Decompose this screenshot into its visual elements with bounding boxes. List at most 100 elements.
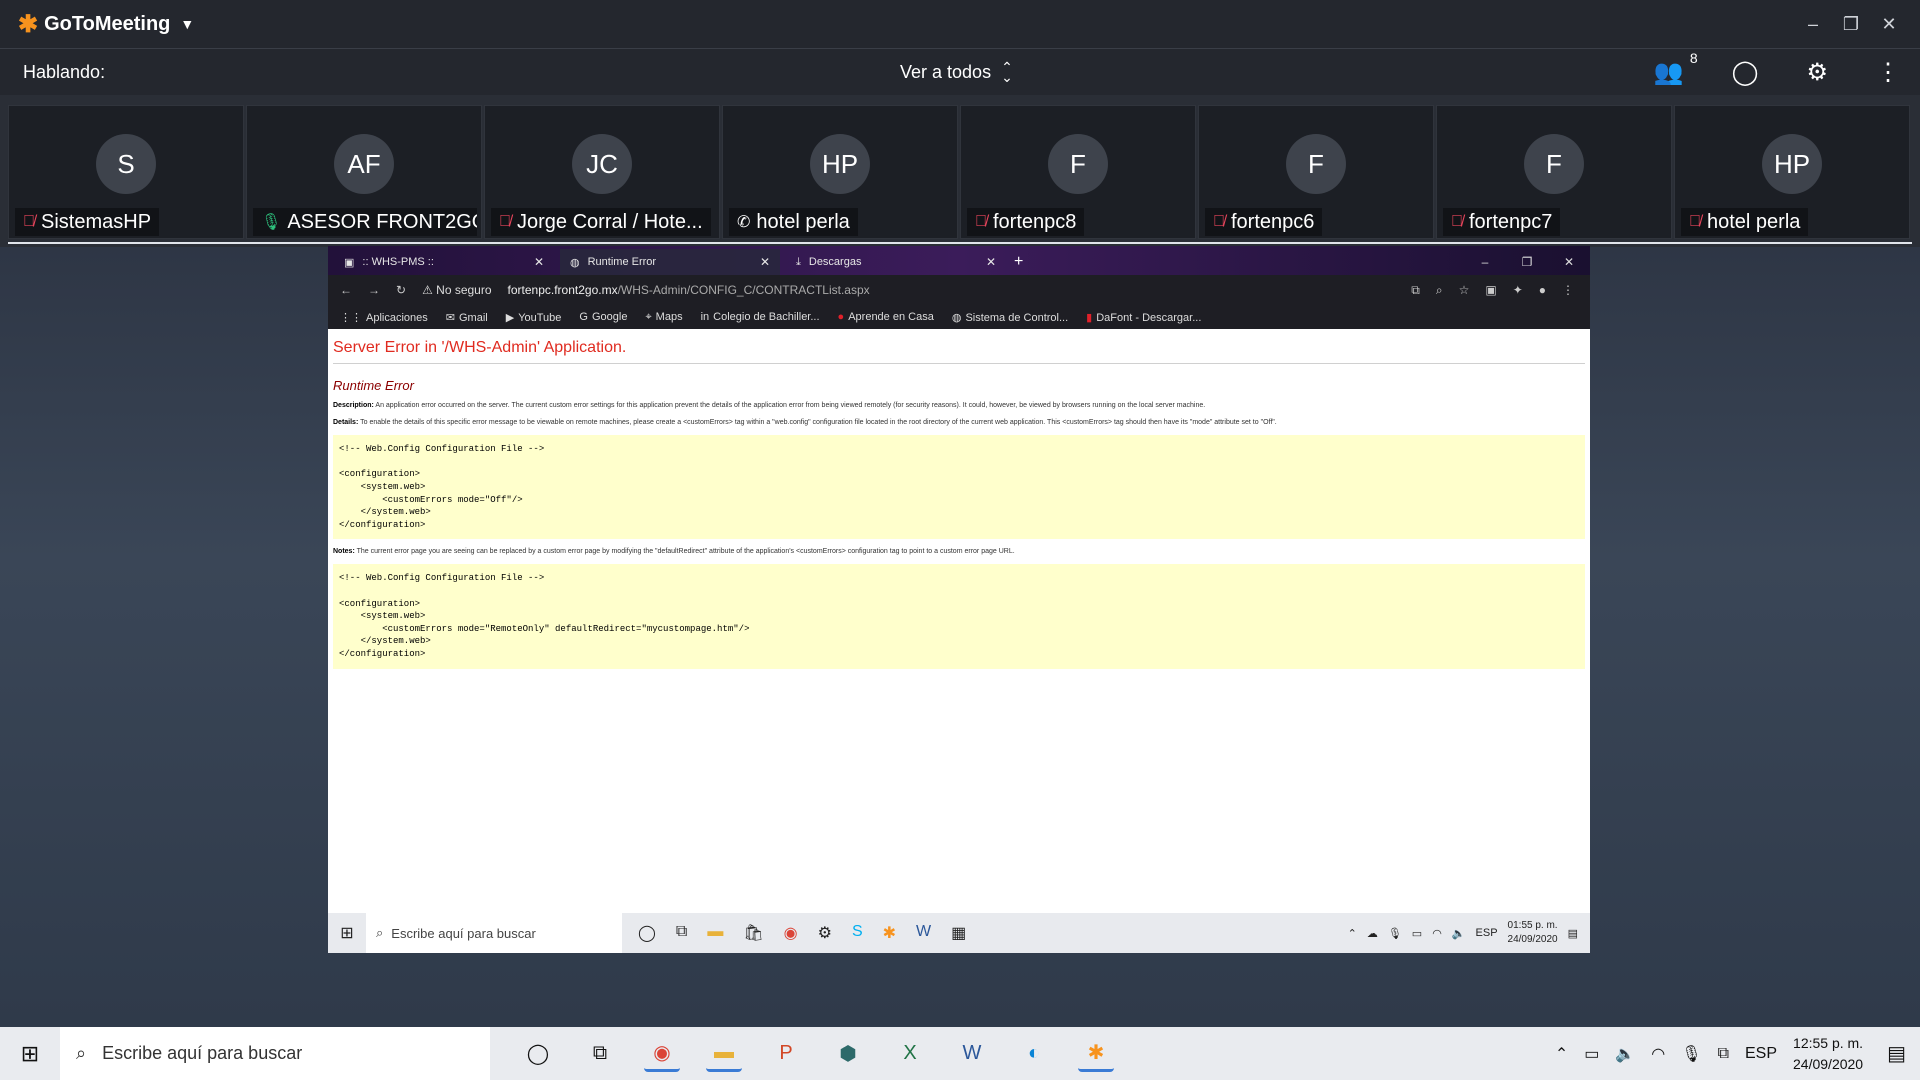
bookmark-label: Sistema de Control... (965, 311, 1069, 324)
volume-icon[interactable]: 🔈 (1452, 927, 1466, 940)
browser-tab-active[interactable]: ◍ Runtime Error ✕ (560, 249, 780, 275)
nox-button[interactable]: ⬢ (830, 1036, 866, 1072)
file-explorer-icon[interactable]: ▬ (707, 923, 723, 943)
windows-start-button[interactable]: ⊞ (0, 1041, 60, 1067)
store-icon[interactable]: 🛍 (743, 923, 763, 943)
skype-icon[interactable]: S (852, 923, 863, 943)
calculator-icon[interactable]: ▦ (951, 923, 966, 943)
mic-icon[interactable]: 🎙 (1681, 1044, 1701, 1064)
avatar: HP (1762, 134, 1822, 194)
view-mode-selector[interactable]: Ver a todos ⌃ ⌄ (900, 60, 1013, 84)
participant-nametag: ✆ hotel perla (729, 208, 858, 236)
taskbar-clock[interactable]: 12:55 p. m. 24/09/2020 (1793, 1033, 1863, 1075)
taskbar-search-box[interactable]: ⌕ Escribe aquí para buscar (60, 1027, 490, 1080)
windows-start-icon[interactable]: ⊞ (328, 923, 366, 943)
participant-tile[interactable]: F 🎙̸ fortenpc7 (1436, 105, 1672, 239)
browser-minimize-button[interactable]: – (1464, 255, 1506, 275)
battery-icon[interactable]: ▭ (1584, 1044, 1599, 1064)
word-icon[interactable]: W (916, 923, 931, 943)
mic-muted-icon: 🎙̸ (975, 213, 987, 230)
word-button[interactable]: W (954, 1036, 990, 1072)
reload-icon[interactable]: ↻ (396, 283, 406, 297)
powerpoint-button[interactable]: P (768, 1036, 804, 1072)
restore-button[interactable]: ❐ (1832, 14, 1870, 35)
edge-icon: ◐ (1027, 1042, 1041, 1064)
language-indicator[interactable]: ESP (1745, 1045, 1777, 1063)
notification-center-icon[interactable]: ▤ (1887, 1041, 1906, 1066)
participant-tile[interactable]: HP ✆ hotel perla (722, 105, 958, 239)
onedrive-icon[interactable]: ☁ (1367, 927, 1378, 940)
participant-tile[interactable]: F 🎙̸ fortenpc6 (1198, 105, 1434, 239)
bookmark-aprende[interactable]: ● Aprende en Casa (838, 311, 934, 323)
participant-tile[interactable]: AF 🎙 ASESOR FRONT2GO (246, 105, 482, 239)
puzzle-icon[interactable]: ✦ (1513, 283, 1523, 298)
task-view-button[interactable]: ⧉ (582, 1036, 618, 1072)
bookmark-label: Gmail (458, 311, 488, 324)
more-options-button[interactable]: ⋮ (1876, 58, 1900, 87)
language-indicator[interactable]: ESP (1476, 927, 1498, 939)
wifi-icon[interactable]: ◠ (1651, 1044, 1665, 1064)
browser-toolbar: ← → ↻ ⚠ No seguro fortenpc.front2go.mx/W… (328, 275, 1590, 305)
bookmark-maps[interactable]: ⌖ Maps (645, 311, 682, 324)
browser-menu-icon[interactable]: ⋮ (1562, 283, 1574, 298)
new-tab-button[interactable]: + (1014, 253, 1023, 271)
close-button[interactable]: ✕ (1870, 14, 1908, 35)
wifi-icon[interactable]: ◠ (1432, 927, 1442, 940)
address-bar[interactable]: fortenpc.front2go.mx/WHS-Admin/CONFIG_C/… (508, 283, 870, 297)
chrome-icon[interactable]: ◉ (784, 923, 798, 943)
bookmark-gmail[interactable]: ✉ Gmail (446, 311, 488, 324)
participant-tile[interactable]: JC 🎙̸ Jorge Corral / Hote... (484, 105, 720, 239)
battery-icon[interactable]: ▭ (1412, 927, 1422, 940)
bookmark-colegio[interactable]: in Colegio de Bachiller... (701, 311, 820, 323)
remote-search-box[interactable]: ⌕ Escribe aquí para buscar (366, 913, 622, 953)
extension-icon[interactable]: ▣ (1485, 283, 1496, 298)
close-tab-icon[interactable]: ✕ (760, 255, 770, 269)
chat-button[interactable]: ◯ (1732, 58, 1759, 87)
browser-restore-button[interactable]: ❐ (1506, 255, 1548, 275)
participant-tile[interactable]: S 🎙̸ SistemasHP (8, 105, 244, 239)
browser-tab[interactable]: ⤓ Descargas ✕ (786, 249, 1006, 275)
bookmark-google[interactable]: G Google (579, 311, 627, 323)
bookmark-sistema[interactable]: ◍ Sistema de Control... (952, 311, 1068, 324)
notification-icon[interactable]: ▤ (1568, 927, 1578, 940)
network-icon[interactable]: ⧉ (1718, 1045, 1729, 1063)
volume-icon[interactable]: 🔈 (1615, 1044, 1635, 1064)
participant-tile[interactable]: F 🎙̸ fortenpc8 (960, 105, 1196, 239)
taskbar-date: 24/09/2020 (1793, 1055, 1864, 1072)
settings-icon[interactable]: ⚙ (818, 923, 832, 943)
task-view-icon[interactable]: ⧉ (676, 923, 687, 943)
file-explorer-button[interactable]: ▬ (706, 1036, 742, 1072)
close-tab-icon[interactable]: ✕ (534, 255, 544, 269)
zoom-icon[interactable]: ⌕ (1436, 283, 1443, 298)
excel-button[interactable]: X (892, 1036, 928, 1072)
profile-avatar-icon[interactable]: ● (1539, 283, 1546, 298)
edge-button[interactable]: ◐ (1016, 1036, 1052, 1072)
insecure-warning[interactable]: ⚠ No seguro (422, 283, 491, 297)
mic-icon[interactable]: 🎙 (1388, 927, 1402, 940)
forward-arrow-icon[interactable]: → (368, 283, 380, 297)
participant-tile[interactable]: HP 🎙̸ hotel perla (1674, 105, 1910, 239)
tray-chevron-icon[interactable]: ⌃ (1555, 1044, 1568, 1064)
close-tab-icon[interactable]: ✕ (986, 255, 996, 269)
back-arrow-icon[interactable]: ← (340, 283, 352, 297)
search-placeholder: Escribe aquí para buscar (102, 1043, 303, 1063)
participants-button[interactable]: 👥 8 (1654, 50, 1698, 87)
chrome-button[interactable]: ◉ (644, 1036, 680, 1072)
star-icon[interactable]: ☆ (1459, 283, 1470, 298)
browser-close-button[interactable]: ✕ (1548, 255, 1590, 275)
browser-tab[interactable]: ▣ :: WHS-PMS :: ✕ (334, 249, 554, 275)
cortana-button[interactable]: ◯ (520, 1036, 556, 1072)
app-menu[interactable]: ✱ GoToMeeting ▼ (18, 10, 194, 39)
settings-button[interactable]: ⚙ (1806, 58, 1828, 87)
cortana-icon[interactable]: ◯ (638, 923, 656, 943)
gotomeeting-icon[interactable]: ✱ (883, 923, 896, 943)
bookmark-label: Aprende en Casa (848, 311, 934, 323)
bookmark-apps[interactable]: ⋮⋮ Aplicaciones (340, 311, 428, 324)
minimize-button[interactable]: – (1794, 14, 1832, 35)
remote-clock[interactable]: 01:55 p. m. 24/09/2020 (1508, 919, 1558, 947)
tray-chevron-icon[interactable]: ⌃ (1348, 927, 1357, 940)
bookmark-dafont[interactable]: ▮ DaFont - Descargar... (1086, 311, 1201, 324)
gotomeeting-button[interactable]: ✱ (1078, 1036, 1114, 1072)
translate-icon[interactable]: ⧉ (1411, 283, 1420, 298)
bookmark-youtube[interactable]: ▶ YouTube (506, 311, 562, 324)
